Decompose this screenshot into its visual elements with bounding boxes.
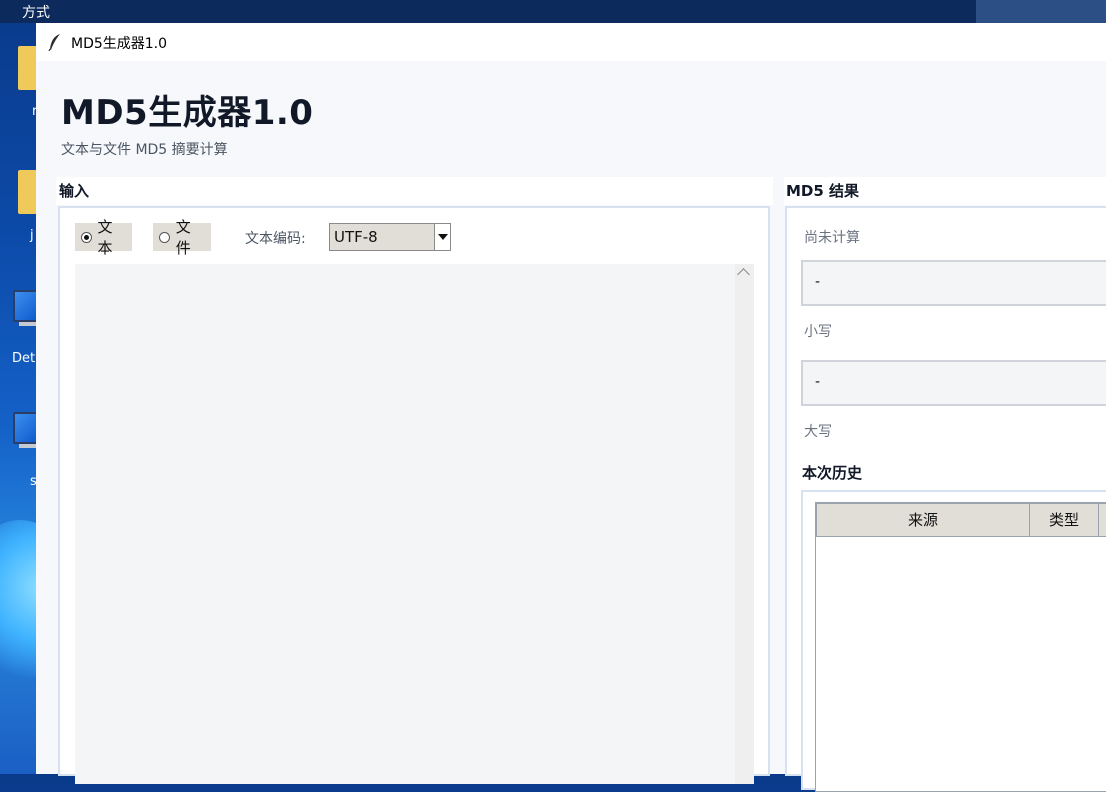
history-column-type[interactable]: 类型 [1029,503,1099,537]
window-titlebar[interactable]: MD5生成器1.0 [36,23,1106,61]
encoding-label: 文本编码: [245,231,306,247]
encoding-select[interactable]: UTF-8 [329,223,451,251]
md5-lower-field[interactable]: - [801,260,1106,306]
desktop-top-strip: 方式 [0,0,1106,23]
chevron-down-icon[interactable] [434,224,450,250]
radio-unselected-indicator [159,231,170,243]
mode-text-radio[interactable]: 文本 [75,218,132,257]
md5-upper-value: - [815,374,821,390]
encoding-select-value: UTF-8 [334,228,378,246]
history-column-next[interactable] [1098,503,1106,537]
history-panel: 来源 类型 [801,490,1106,792]
app-window: MD5生成器1.0 MD5生成器1.0 文本与文件 MD5 摘要计算 输入 文本… [36,23,1106,792]
input-panel: 文本 文件 文本编码: UTF-8 [58,206,770,784]
window-title: MD5生成器1.0 [71,36,168,52]
history-column-source[interactable]: 来源 [816,503,1030,537]
text-input-scrollbar[interactable] [735,264,754,784]
result-section-title: MD5 结果 [784,177,1106,205]
desktop-icon-label: j [30,228,34,243]
feather-icon [48,34,60,51]
desktop-strip-shade [976,0,1106,23]
scroll-up-icon[interactable] [737,268,750,281]
md5-upper-label: 大写 [804,424,832,440]
text-input-area[interactable] [75,264,735,784]
page-subtitle: 文本与文件 MD5 摘要计算 [61,142,228,158]
mode-file-radio[interactable]: 文件 [153,218,211,257]
md5-lower-label: 小写 [804,324,832,340]
input-section-title: 输入 [56,177,773,205]
radio-selected-indicator [81,231,92,243]
page-title: MD5生成器1.0 [61,93,314,133]
history-title: 本次历史 [802,464,863,482]
mode-file-label: 文件 [175,218,191,257]
desktop-shortcut-label: 方式 [22,5,50,21]
history-table: 来源 类型 [815,502,1106,792]
desktop-icon-label: Det [12,351,36,366]
result-panel: 尚未计算 - 小写 - 大写 本次历史 来源 类型 [785,206,1106,792]
result-status: 尚未计算 [804,230,860,246]
md5-lower-value: - [815,274,821,290]
mode-text-label: 文本 [97,218,113,257]
md5-upper-field[interactable]: - [801,360,1106,406]
